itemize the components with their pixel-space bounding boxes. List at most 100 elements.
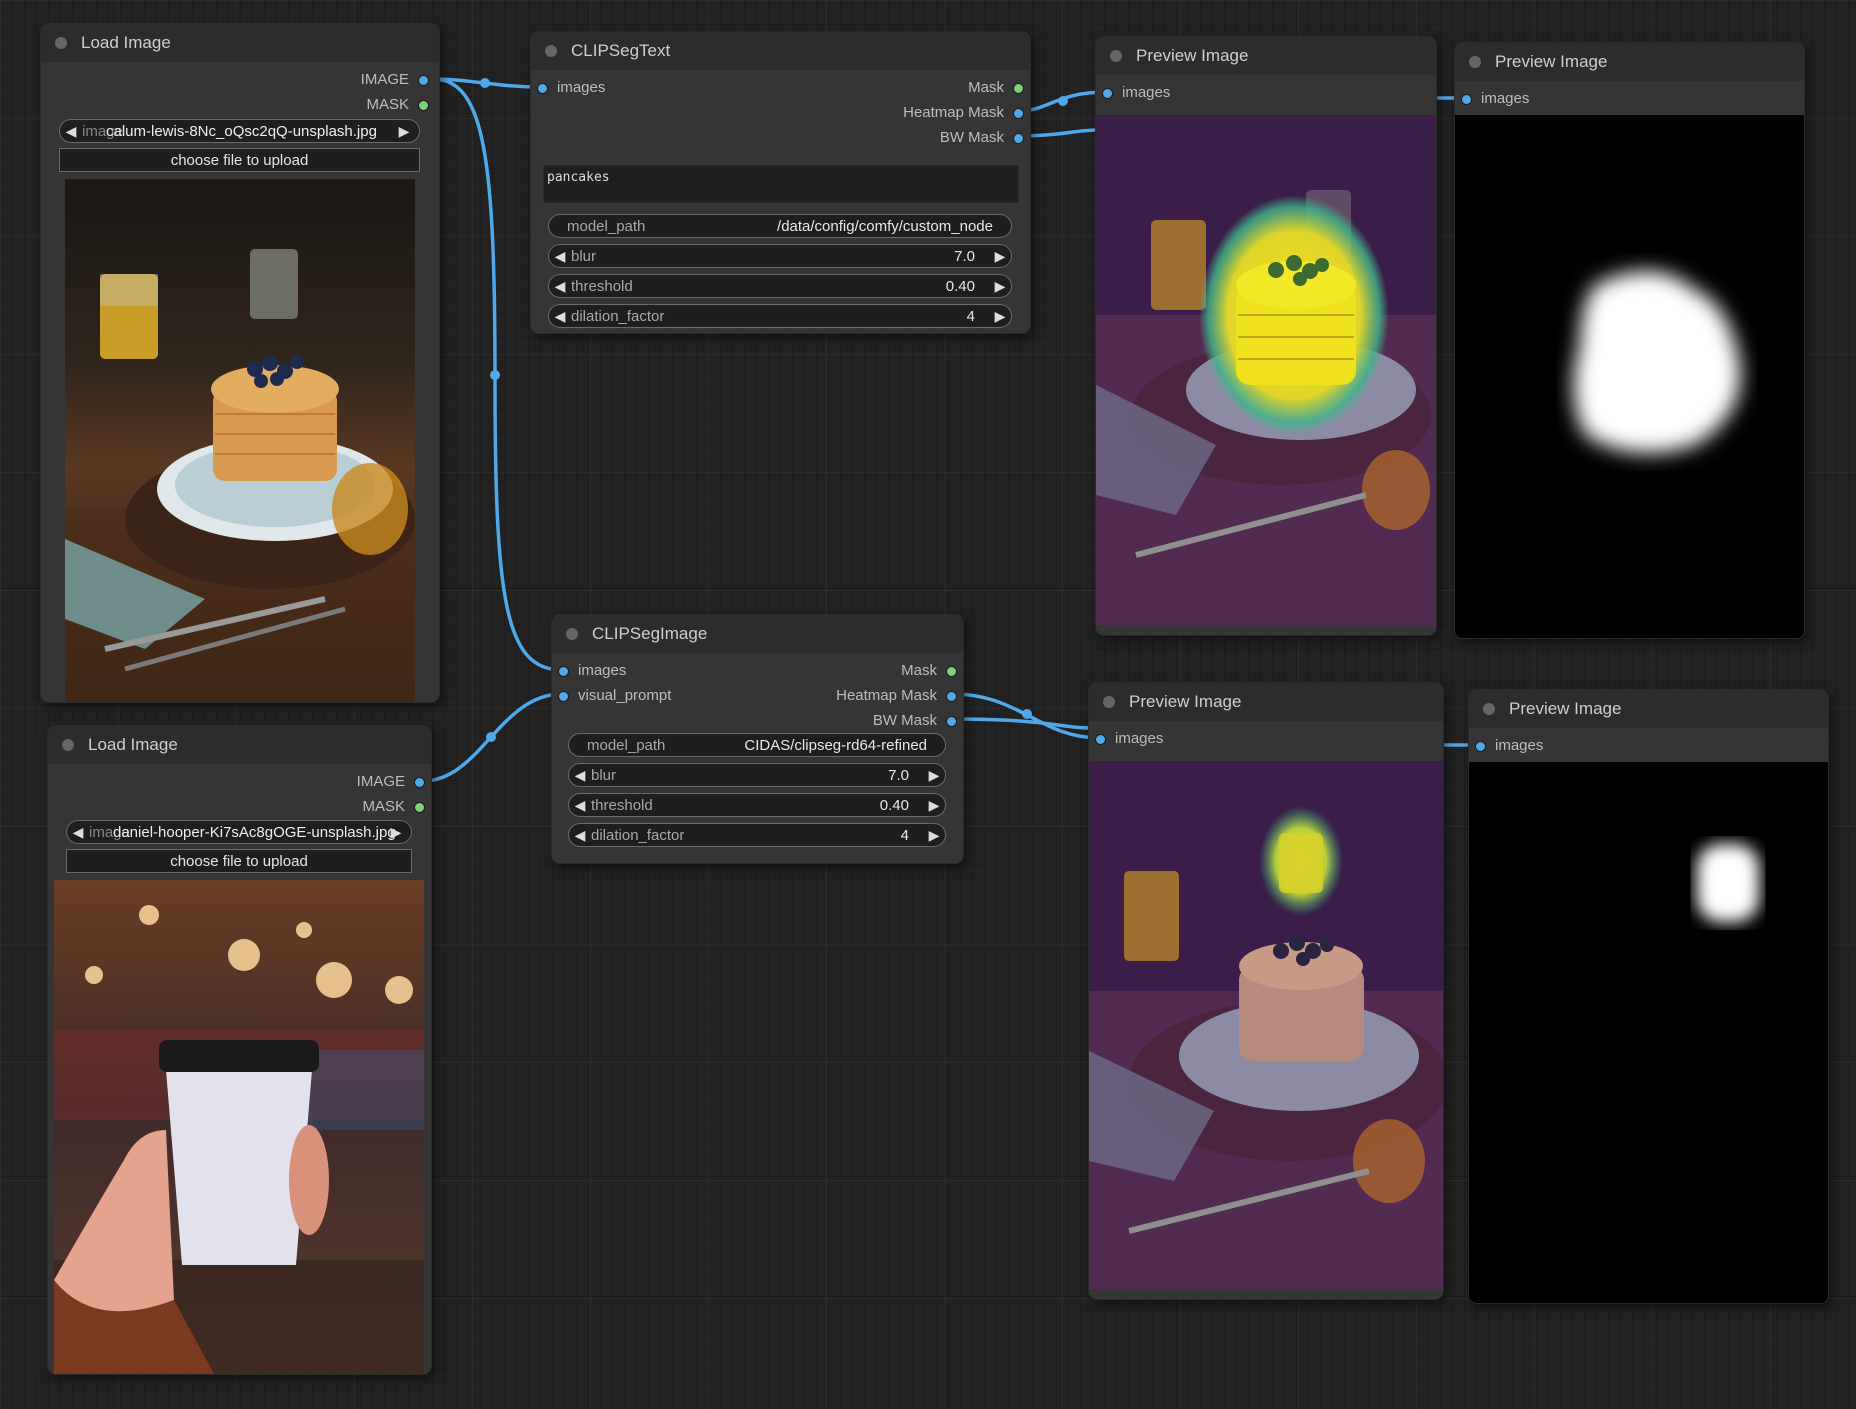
image-file-combo[interactable]: ◀ image daniel-hooper-Ki7sAc8gOGE-unspla… — [66, 820, 412, 844]
arrow-left-icon[interactable]: ◀ — [549, 278, 571, 295]
image-output-dot-icon[interactable] — [418, 74, 429, 86]
model-path-field[interactable]: model_path /data/config/comfy/custom_nod… — [548, 214, 1012, 238]
dilation-factor-stepper[interactable]: ◀ dilation_factor 4 ▶ — [548, 304, 1012, 328]
arrow-left-icon[interactable]: ◀ — [549, 248, 571, 265]
node-header[interactable]: CLIPSegImage — [552, 615, 963, 653]
image-file-combo[interactable]: ◀ image calum-lewis-8Nc_oQsc2qQ-unsplash… — [59, 119, 420, 143]
clipseg-text-node[interactable]: CLIPSegText images Mask Heatmap Mask BW … — [531, 32, 1030, 333]
arrow-right-icon[interactable]: ▶ — [989, 278, 1011, 295]
slot-label: Heatmap Mask — [836, 687, 937, 704]
input-visual-prompt-slot[interactable]: visual_prompt — [558, 688, 671, 704]
blur-stepper[interactable]: ◀ blur 7.0 ▶ — [548, 244, 1012, 268]
output-image-slot[interactable]: IMAGE — [357, 774, 425, 790]
collapse-dot-icon[interactable] — [1103, 696, 1115, 708]
collapse-dot-icon[interactable] — [62, 739, 74, 751]
arrow-left-icon[interactable]: ◀ — [569, 827, 591, 844]
output-bw-slot[interactable]: BW Mask — [940, 130, 1024, 146]
input-images-slot[interactable]: images — [1461, 91, 1529, 107]
link-midpoint — [1022, 709, 1032, 719]
arrow-right-icon[interactable]: ▶ — [385, 824, 407, 841]
collapse-dot-icon[interactable] — [545, 45, 557, 57]
input-images-slot[interactable]: images — [558, 663, 626, 679]
output-heatmap-slot[interactable]: Heatmap Mask — [836, 688, 957, 704]
mask-output-dot-icon[interactable] — [1013, 82, 1024, 94]
image-input-dot-icon[interactable] — [558, 665, 569, 677]
image-input-dot-icon[interactable] — [558, 690, 569, 702]
clipseg-image-node[interactable]: CLIPSegImage images visual_prompt Mask H… — [552, 615, 963, 863]
collapse-dot-icon[interactable] — [1469, 56, 1481, 68]
load-image-node-1[interactable]: Load Image IMAGE MASK ◀ image calum-lewi… — [41, 24, 439, 702]
arrow-left-icon[interactable]: ◀ — [549, 308, 571, 325]
arrow-right-icon[interactable]: ▶ — [989, 308, 1011, 325]
prompt-textarea[interactable]: pancakes — [543, 165, 1019, 203]
mask-output-dot-icon[interactable] — [414, 801, 425, 813]
node-header[interactable]: CLIPSegText — [531, 32, 1030, 70]
load-image-node-2[interactable]: Load Image IMAGE MASK ◀ image daniel-hoo… — [48, 726, 431, 1374]
arrow-right-icon[interactable]: ▶ — [923, 827, 945, 844]
blur-stepper[interactable]: ◀ blur 7.0 ▶ — [568, 763, 946, 787]
collapse-dot-icon[interactable] — [1483, 703, 1495, 715]
image-input-dot-icon[interactable] — [537, 82, 548, 94]
node-header[interactable]: Preview Image — [1469, 690, 1828, 728]
image-input-dot-icon[interactable] — [1461, 93, 1472, 105]
image-input-dot-icon[interactable] — [1095, 733, 1106, 745]
input-images-slot[interactable]: images — [1102, 85, 1170, 101]
widget-value: calum-lewis-8Nc_oQsc2qQ-unsplash.jpg — [106, 122, 377, 140]
output-image-slot[interactable]: IMAGE — [361, 72, 429, 88]
node-header[interactable]: Preview Image — [1096, 37, 1436, 75]
output-bw-slot[interactable]: BW Mask — [873, 713, 957, 729]
output-mask-slot[interactable]: MASK — [362, 799, 425, 815]
input-images-slot[interactable]: images — [537, 80, 605, 96]
link-midpoint — [486, 732, 496, 742]
slot-label: Heatmap Mask — [903, 104, 1004, 121]
input-images-slot[interactable]: images — [1095, 731, 1163, 747]
pancake-stack-photo — [65, 179, 415, 702]
arrow-left-icon[interactable]: ◀ — [569, 797, 591, 814]
arrow-right-icon[interactable]: ▶ — [923, 797, 945, 814]
image-output-dot-icon[interactable] — [1013, 107, 1024, 119]
node-title: Load Image — [88, 735, 178, 754]
node-title: Load Image — [81, 33, 171, 52]
image-output-dot-icon[interactable] — [414, 776, 425, 788]
node-header[interactable]: Load Image — [41, 24, 439, 62]
upload-button[interactable]: choose file to upload — [59, 148, 420, 172]
arrow-right-icon[interactable]: ▶ — [393, 123, 415, 140]
output-heatmap-slot[interactable]: Heatmap Mask — [903, 105, 1024, 121]
arrow-right-icon[interactable]: ▶ — [923, 767, 945, 784]
preview-image-node-2[interactable]: Preview Image images — [1455, 43, 1804, 638]
node-header[interactable]: Preview Image — [1089, 683, 1443, 721]
arrow-left-icon[interactable]: ◀ — [60, 123, 82, 140]
collapse-dot-icon[interactable] — [55, 37, 67, 49]
collapse-dot-icon[interactable] — [566, 628, 578, 640]
slot-label: BW Mask — [939, 129, 1004, 146]
dilation-factor-stepper[interactable]: ◀ dilation_factor 4 ▶ — [568, 823, 946, 847]
slot-label: images — [557, 79, 606, 96]
output-mask-slot[interactable]: Mask — [901, 663, 957, 679]
image-output-dot-icon[interactable] — [946, 715, 957, 727]
preview-image-node-1[interactable]: Preview Image images — [1096, 37, 1436, 635]
threshold-stepper[interactable]: ◀ threshold 0.40 ▶ — [548, 274, 1012, 298]
model-path-field[interactable]: model_path CIDAS/clipseg-rd64-refined — [568, 733, 946, 757]
node-title: Preview Image — [1129, 692, 1242, 711]
slot-label: IMAGE — [360, 71, 409, 88]
image-output-dot-icon[interactable] — [946, 690, 957, 702]
image-input-dot-icon[interactable] — [1102, 87, 1113, 99]
node-header[interactable]: Load Image — [48, 726, 431, 764]
output-mask-slot[interactable]: Mask — [968, 80, 1024, 96]
arrow-left-icon[interactable]: ◀ — [67, 824, 89, 841]
arrow-left-icon[interactable]: ◀ — [569, 767, 591, 784]
image-output-dot-icon[interactable] — [1013, 132, 1024, 144]
image-input-dot-icon[interactable] — [1475, 740, 1486, 752]
mask-output-dot-icon[interactable] — [946, 665, 957, 677]
output-mask-slot[interactable]: MASK — [366, 97, 429, 113]
input-images-slot[interactable]: images — [1475, 738, 1543, 754]
preview-image-node-4[interactable]: Preview Image images — [1469, 690, 1828, 1303]
threshold-stepper[interactable]: ◀ threshold 0.40 ▶ — [568, 793, 946, 817]
collapse-dot-icon[interactable] — [1110, 50, 1122, 62]
upload-button[interactable]: choose file to upload — [66, 849, 412, 873]
preview-image-node-3[interactable]: Preview Image images — [1089, 683, 1443, 1299]
widget-value: 7.0 — [888, 766, 909, 784]
node-header[interactable]: Preview Image — [1455, 43, 1804, 81]
mask-output-dot-icon[interactable] — [418, 99, 429, 111]
arrow-right-icon[interactable]: ▶ — [989, 248, 1011, 265]
